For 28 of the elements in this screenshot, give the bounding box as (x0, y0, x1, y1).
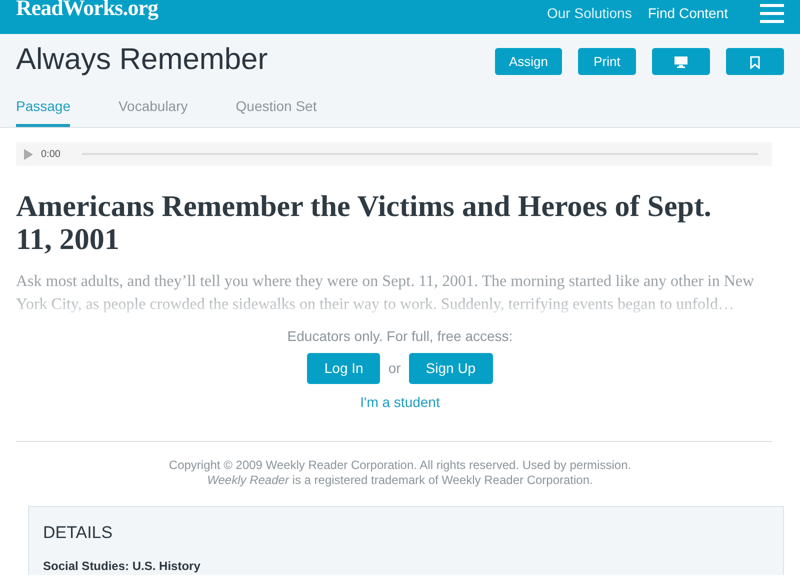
access-prompt: Educators only. For full, free access: (287, 327, 513, 346)
bookmark-icon (750, 56, 760, 69)
page-title: Always Remember (16, 42, 268, 78)
article-title: Americans Remember the Victims and Heroes of Sept. 11, 2001 (16, 190, 712, 256)
student-link[interactable]: I'm a student (360, 392, 440, 413)
audio-player[interactable]: 0:00 (16, 142, 772, 166)
article-excerpt: Ask most adults, and they’ll tell you where they were on Sept. 11, 2001. The morning started like any other in New York City, as people crowded the sidewalks on their way to work. Suddenly, terrifying events began to unfold… (16, 272, 756, 315)
action-button[interactable]: Print (578, 48, 636, 75)
copyright-text: Weekly Reader is a registered trademark of Weekly Reader Corporation. (207, 473, 593, 488)
play-icon[interactable] (24, 148, 33, 160)
tab[interactable]: Passage (16, 92, 70, 127)
action-button[interactable]: Assign (494, 48, 562, 75)
monitor-icon (674, 56, 688, 68)
logo[interactable]: ReadWorks.org (16, 0, 158, 18)
bookmark-button[interactable] (726, 48, 784, 75)
tab[interactable]: Question Set (236, 92, 317, 127)
nav-link[interactable]: Our Solutions (547, 3, 632, 24)
monitor-button[interactable] (652, 48, 710, 75)
menu-icon[interactable] (760, 4, 784, 24)
signup-button[interactable]: Sign Up (408, 353, 493, 384)
subject-label: Social Studies: U.S. History (43, 559, 202, 573)
login-button[interactable]: Log In (307, 353, 380, 384)
tab[interactable]: Vocabulary (118, 92, 188, 127)
audio-time: 0:00 (41, 148, 60, 162)
nav-link[interactable]: Find Content (648, 3, 728, 24)
copyright-text: Copyright © 2009 Weekly Reader Corporation. All rights reserved. Used by permission. (168, 458, 632, 473)
or-text: or (387, 359, 402, 378)
details-heading: DETAILS (43, 523, 114, 543)
